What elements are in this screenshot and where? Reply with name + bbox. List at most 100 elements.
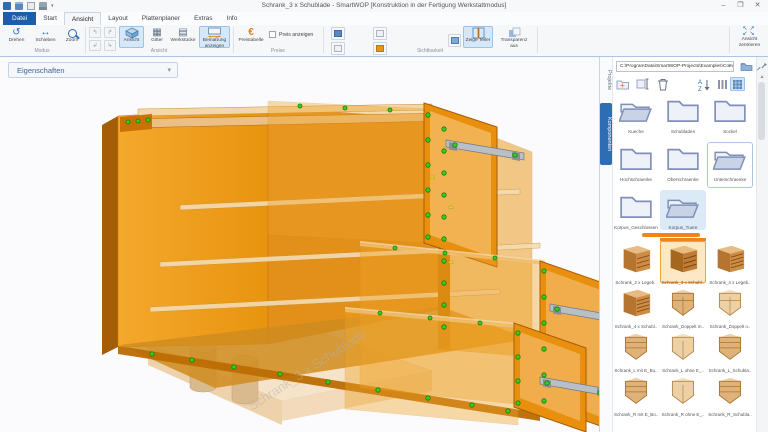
minimize-button[interactable]: –: [715, 0, 732, 11]
thumbnail-label: Schrank_R ohne E_..: [661, 412, 705, 417]
move-icon: ↔: [41, 27, 51, 38]
corner-cabinet-thumbnail: [710, 376, 750, 406]
thumbnail-label: Schrank_R_Schubla..: [708, 412, 752, 417]
thumbnail-tile-selected[interactable]: Schrank_3 x Schubl..: [660, 241, 706, 283]
folder-open-icon: [666, 193, 700, 219]
tab-plattenplaner[interactable]: Plattenplaner: [135, 12, 187, 25]
folder-tile[interactable]: Sockel: [707, 94, 753, 134]
folder-icon: [619, 145, 653, 171]
zoom-button[interactable]: Zoom: [61, 26, 83, 48]
ansicht-view-button[interactable]: Ansicht: [119, 26, 144, 48]
rename-button[interactable]: [635, 77, 650, 91]
grid-view-button[interactable]: [730, 77, 745, 91]
schieben-button[interactable]: ↔ Schieben: [31, 26, 60, 48]
thumbnail-tile[interactable]: Schrank_L mit E_Bo..: [613, 329, 659, 371]
zeige-teiler-button[interactable]: Zeige Teiler: [463, 26, 493, 48]
new-folder-icon: +: [616, 78, 630, 90]
smartwop-window: ▾ Schrank_3 x Schublade - SmartWOP [Kons…: [0, 0, 768, 432]
view-rotate-right-icon[interactable]: ↱: [104, 27, 116, 38]
thumbnail-tile[interactable]: Schrank_L ohne E_..: [660, 329, 706, 371]
print-icon[interactable]: [39, 2, 47, 10]
corner-cabinet-thumbnail: [663, 332, 703, 362]
rotate-icon: ↺: [12, 27, 20, 38]
3d-viewport[interactable]: Schrank_3 x Schublade Eigenschaften ▾: [0, 57, 600, 432]
center-view-icon: ↖↗↙↘: [742, 27, 756, 37]
maximize-button[interactable]: ❐: [732, 0, 749, 11]
gitter-button[interactable]: ▦ Gitter: [146, 26, 168, 48]
save-icon[interactable]: [15, 2, 23, 10]
thumbnail-tile[interactable]: Schrank_Doppelt o..: [707, 285, 753, 327]
thumbnail-tile[interactable]: Schrank_L_Schubla..: [707, 329, 753, 371]
thumbnail-tile[interactable]: Schrank_Doppelt m..: [660, 285, 706, 327]
dimension-icon: [207, 27, 222, 38]
side-tab-komponenten[interactable]: Komponenten: [600, 103, 612, 165]
thumbnail-tile[interactable]: Schrank_4 x Legeb..: [707, 241, 753, 283]
titlebar: ▾ Schrank_3 x Schublade - SmartWOP [Kons…: [0, 0, 768, 12]
thumbnail-tile[interactable]: Schrank_4 x Schubl..: [613, 285, 659, 327]
cabinet-thumbnail: [616, 288, 656, 318]
bemassung-anzeigen-button[interactable]: Bemaßung anzeigen: [199, 26, 230, 48]
folder-tile[interactable]: Schubladen: [660, 94, 706, 134]
magnifier-icon: [68, 27, 77, 38]
3d-viewport-canvas[interactable]: Schrank_3 x Schublade: [0, 57, 600, 432]
folder-tile[interactable]: Korpus_Geschlossen: [613, 190, 659, 230]
euro-icon: €: [248, 27, 254, 38]
folder-tile-selected[interactable]: Unterschraenke: [707, 142, 753, 188]
folder-tile[interactable]: Kueche: [613, 94, 659, 134]
qat-dropdown-icon[interactable]: ▾: [51, 3, 54, 9]
tab-start[interactable]: Start: [36, 12, 64, 25]
rename-icon: [636, 78, 650, 90]
side-tab-projekte[interactable]: Projekte: [600, 60, 612, 100]
delete-button[interactable]: [655, 77, 670, 91]
cabinet-thumbnail: [663, 244, 703, 274]
preis-anzeigen-checkbox[interactable]: [269, 31, 276, 38]
thumbnail-tile[interactable]: Schrank_R ohne E_..: [660, 373, 706, 415]
ansicht-zentrieren-button[interactable]: ↖↗↙↘ Ansicht zentrieren: [733, 26, 766, 48]
thumbnail-tile[interactable]: Schrank_R mit E_Bo..: [613, 373, 659, 415]
folder-icon: [666, 97, 700, 123]
close-button[interactable]: ✕: [749, 0, 766, 11]
pin-icon[interactable]: [757, 59, 768, 71]
show-fronts-toggle[interactable]: [331, 27, 345, 40]
path-combobox[interactable]: C:\ProgramData\SmartWOP-Projects\Example…: [616, 61, 734, 72]
corner-cabinet-thumbnail: [710, 332, 750, 362]
browse-folder-button[interactable]: [738, 60, 754, 72]
grid-icon: ▦: [152, 27, 161, 38]
trash-icon: [657, 78, 669, 91]
show-tops-toggle[interactable]: [373, 27, 387, 40]
folder-tile[interactable]: Hochschraenke: [613, 142, 659, 182]
scroll-up-icon[interactable]: ▲: [757, 74, 767, 80]
group-label-ansicht: Ansicht: [86, 48, 232, 54]
columns-icon: [717, 79, 728, 90]
list-view-button[interactable]: [715, 77, 730, 91]
folder-tile-highlighted[interactable]: Korpus_Tuere: [660, 190, 706, 230]
drehen-button[interactable]: ↺ Drehen: [3, 26, 30, 48]
folder-open-icon: [713, 145, 747, 171]
thumbnail-tile[interactable]: Schrank_2 x Legeb..: [613, 241, 659, 283]
tab-layout[interactable]: Layout: [101, 12, 135, 25]
tab-ansicht[interactable]: Ansicht: [64, 12, 101, 25]
horizontal-scrollbar-thumb[interactable]: [642, 233, 700, 237]
tab-info[interactable]: Info: [220, 12, 245, 25]
werkstuecke-button[interactable]: ▤ Werkstücke: [169, 26, 197, 48]
path-dropdown-icon[interactable]: ▾: [728, 62, 731, 71]
folder-label: Oberschraenke: [661, 177, 705, 182]
tab-datei[interactable]: Datei: [3, 12, 36, 25]
new-folder-button[interactable]: +: [615, 77, 630, 91]
show-hardware-toggle[interactable]: [448, 34, 461, 47]
thumbnail-tile[interactable]: Schrank_R_Schubla..: [707, 373, 753, 415]
cabinet-thumbnail: [710, 244, 750, 274]
vertical-scrollbar-thumb[interactable]: [758, 82, 765, 140]
transparenz-button[interactable]: Transparenz aus: [496, 26, 532, 48]
export-icon[interactable]: [27, 2, 35, 10]
folder-label: Korpus_Geschlossen: [614, 225, 658, 230]
folder-icon: [713, 97, 747, 123]
tab-extras[interactable]: Extras: [187, 12, 219, 25]
app-icon[interactable]: [3, 2, 11, 10]
corner-cabinet-thumbnail: [663, 376, 703, 406]
properties-panel-header[interactable]: Eigenschaften ▾: [8, 62, 178, 78]
preistabelle-button[interactable]: € Preistabelle: [236, 26, 266, 48]
sort-button[interactable]: A Z: [697, 77, 712, 91]
folder-tile[interactable]: Oberschraenke: [660, 142, 706, 182]
view-rotate-left-icon[interactable]: ↰: [89, 27, 101, 38]
